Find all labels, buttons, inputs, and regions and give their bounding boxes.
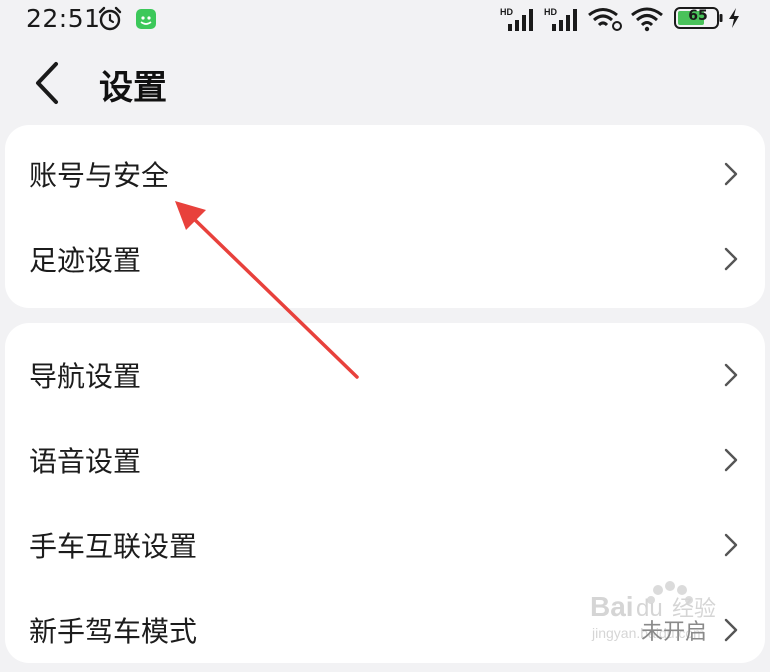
- settings-item-phone-car-link[interactable]: 手车互联设置: [5, 502, 765, 587]
- settings-item-account-security[interactable]: 账号与安全: [5, 131, 765, 216]
- page-title: 设置: [99, 68, 167, 108]
- wifi-icon: [631, 7, 663, 32]
- settings-item-voice[interactable]: 语音设置: [5, 417, 765, 502]
- settings-group-navigation: 导航设置 语音设置 手车互联设置 新手驾车模式 未开启: [5, 323, 765, 663]
- alarm-icon: [98, 6, 122, 31]
- status-bar: 22:51 HD HD 65: [0, 0, 770, 40]
- settings-item-novice-driving[interactable]: 新手驾车模式 未开启: [5, 587, 765, 672]
- svg-text:HD: HD: [500, 7, 513, 17]
- chevron-right-icon: [724, 247, 738, 270]
- settings-item-label: 足迹设置: [29, 243, 142, 277]
- back-button[interactable]: [26, 60, 66, 106]
- settings-item-footprint[interactable]: 足迹设置: [5, 216, 765, 301]
- settings-item-label: 新手驾车模式: [29, 614, 198, 648]
- header: 设置: [0, 50, 770, 114]
- settings-item-label: 导航设置: [29, 359, 142, 393]
- status-time: 22:51: [26, 4, 101, 33]
- signal-icon: HD: [500, 7, 533, 31]
- chevron-right-icon: [724, 533, 738, 556]
- wifi-link-icon: [588, 8, 622, 31]
- settings-item-navigation[interactable]: 导航设置: [5, 332, 765, 417]
- chevron-right-icon: [724, 448, 738, 471]
- chevron-right-icon: [724, 618, 738, 641]
- settings-item-value: 未开启: [640, 619, 707, 645]
- settings-group-account: 账号与安全 足迹设置: [5, 125, 765, 308]
- settings-item-label: 手车互联设置: [29, 529, 198, 563]
- app-notification-icon: [136, 9, 156, 29]
- settings-item-label: 语音设置: [29, 444, 142, 478]
- charging-icon: [729, 8, 739, 28]
- settings-item-label: 账号与安全: [29, 158, 170, 192]
- chevron-right-icon: [724, 162, 738, 185]
- signal-icon: HD: [544, 7, 577, 31]
- chevron-right-icon: [724, 363, 738, 386]
- svg-text:HD: HD: [544, 7, 557, 17]
- battery-level: 65: [688, 8, 708, 24]
